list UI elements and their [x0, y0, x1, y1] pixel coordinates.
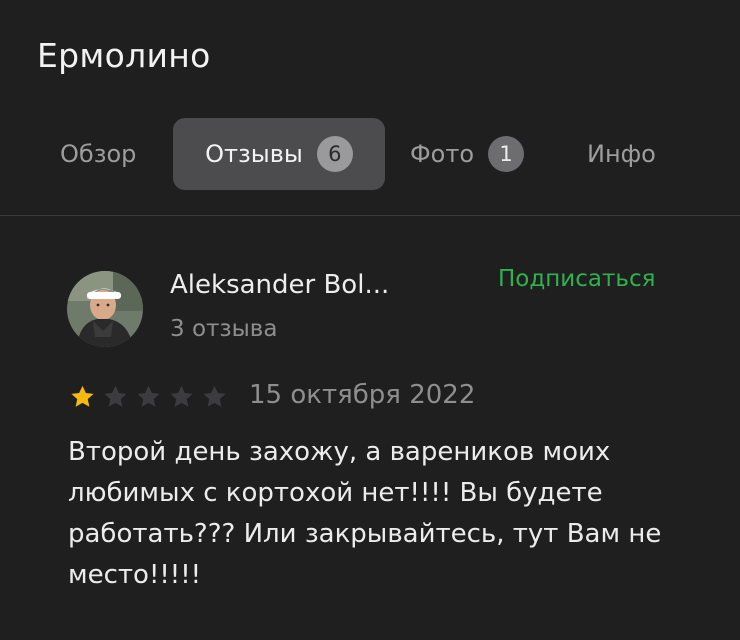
place-page: Ермолино Обзор Отзывы 6 Фото 1 Инфо Alek…	[0, 0, 740, 640]
star-icon	[137, 385, 160, 407]
review-text: Второй день захожу, а вареников моих люб…	[68, 437, 662, 590]
count-badge: 1	[488, 136, 525, 172]
tab-reviews[interactable]: Отзывы 6	[173, 118, 385, 190]
tab-label: Обзор	[60, 140, 137, 168]
rating-stars	[67, 383, 230, 411]
page-title: Ермолино	[37, 36, 211, 75]
tab-label: Фото	[410, 140, 475, 168]
avatar[interactable]	[67, 271, 143, 347]
review-date: 15 октября 2022	[249, 380, 476, 410]
user-photo	[67, 271, 143, 347]
tab-photo[interactable]: Фото 1	[410, 118, 525, 190]
author-reviews-count: 3 отзыва	[170, 316, 278, 342]
tab-info[interactable]: Инфо	[587, 118, 656, 190]
tab-label: Отзывы	[205, 140, 303, 168]
tab-bar: Обзор Отзывы 6 Фото 1 Инфо	[0, 118, 740, 190]
author-name[interactable]: Aleksander Bol...	[170, 270, 389, 300]
subscribe-button[interactable]: Подписаться	[498, 266, 655, 292]
divider	[0, 215, 740, 216]
tab-label: Инфо	[587, 140, 656, 168]
star-icon	[170, 385, 193, 407]
star-icon	[203, 385, 226, 407]
star-icon	[104, 385, 127, 407]
star-icon	[71, 385, 94, 407]
tab-overview[interactable]: Обзор	[60, 118, 136, 190]
count-badge: 6	[316, 136, 353, 172]
